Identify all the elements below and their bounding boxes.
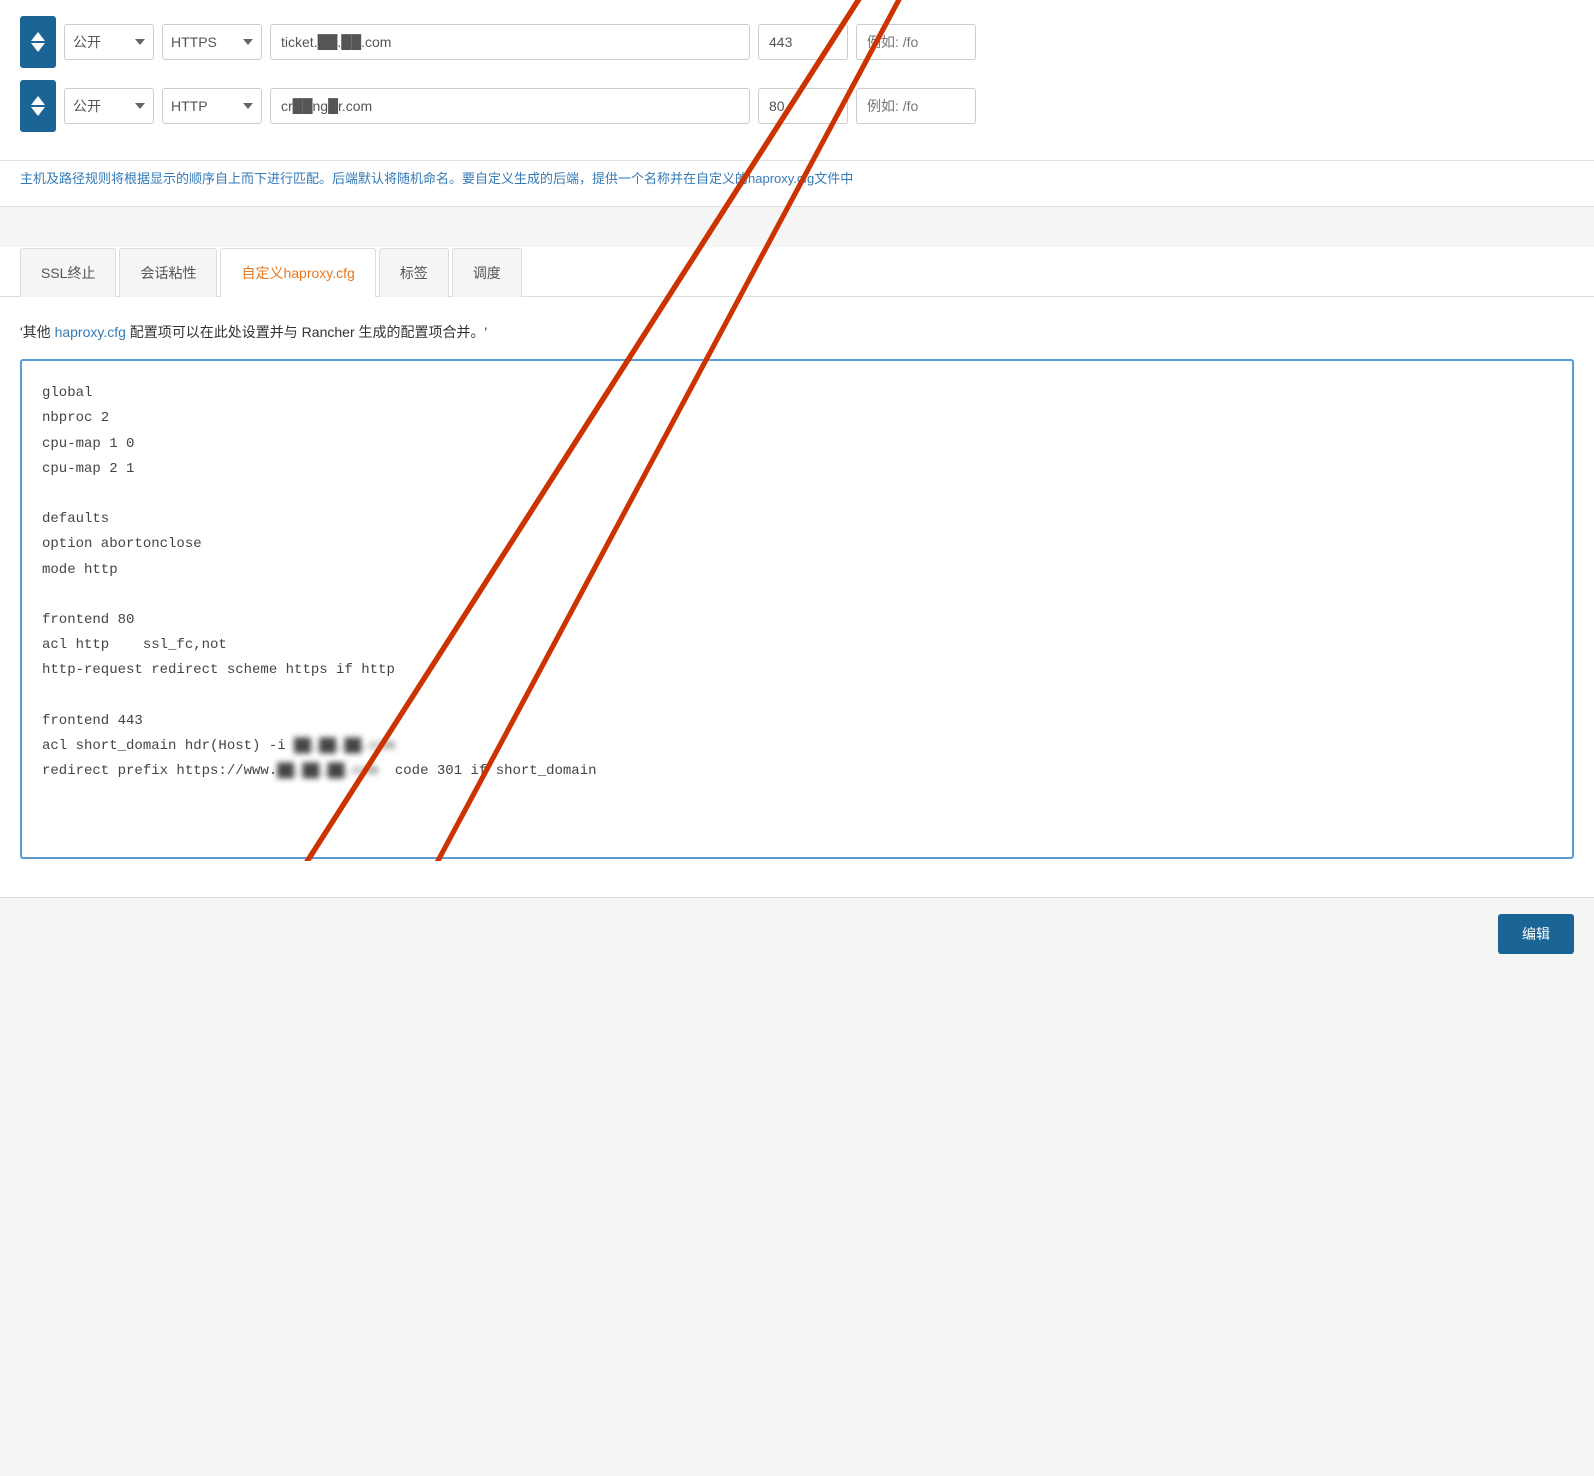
port-input-1[interactable] (758, 24, 848, 60)
arrow-down-icon-2 (31, 107, 45, 116)
tab-schedule[interactable]: 调度 (452, 248, 522, 297)
port-input-2[interactable] (758, 88, 848, 124)
tab-labels[interactable]: 标签 (379, 248, 449, 297)
code-line-11: acl http ssl_fc,not (42, 633, 1552, 658)
tab-sticky[interactable]: 会话粘性 (119, 248, 217, 297)
code-line-3: cpu-map 1 0 (42, 432, 1552, 457)
sort-button-2[interactable] (20, 80, 56, 132)
tabs-bar: SSL终止 会话粘性 自定义haproxy.cfg 标签 调度 (20, 247, 1574, 296)
code-line-5 (42, 482, 1552, 507)
tabs-section: SSL终止 会话粘性 自定义haproxy.cfg 标签 调度 (0, 247, 1594, 297)
code-line-4: cpu-map 2 1 (42, 457, 1552, 482)
code-line-14: frontend 443 (42, 709, 1552, 734)
haproxy-cfg-link[interactable]: haproxy.cfg (55, 324, 126, 340)
code-line-12: http-request redirect scheme https if ht… (42, 658, 1552, 683)
code-line-13 (42, 683, 1552, 708)
access-select-1[interactable]: 公开 内部 (64, 24, 154, 60)
row-1: 公开 内部 HTTPS HTTP TCP (20, 16, 1574, 68)
path-input-1[interactable] (856, 24, 976, 60)
sort-button-1[interactable] (20, 16, 56, 68)
top-section: 公开 内部 HTTPS HTTP TCP 公开 内部 HTTP HTTPS TC… (0, 0, 1594, 161)
code-editor[interactable]: global nbproc 2 cpu-map 1 0 cpu-map 2 1 … (20, 359, 1574, 859)
arrow-up-icon (31, 32, 45, 41)
bottom-bar: 编辑 (0, 897, 1594, 970)
path-input-2[interactable] (856, 88, 976, 124)
arrow-up-icon-2 (31, 96, 45, 105)
tab-ssl[interactable]: SSL终止 (20, 248, 116, 297)
spacer (0, 207, 1594, 247)
arrow-down-icon (31, 43, 45, 52)
info-text: 主机及路径规则将根据显示的顺序自上而下进行匹配。后端默认将随机命名。要自定义生成… (0, 161, 1594, 207)
domain-input-1[interactable] (270, 24, 750, 60)
code-line-2: nbproc 2 (42, 406, 1552, 431)
domain-input-2[interactable] (270, 88, 750, 124)
access-select-2[interactable]: 公开 内部 (64, 88, 154, 124)
code-line-1: global (42, 381, 1552, 406)
row-2: 公开 内部 HTTP HTTPS TCP (20, 80, 1574, 132)
edit-button[interactable]: 编辑 (1498, 914, 1574, 954)
description-text: '其他 haproxy.cfg 配置项可以在此处设置并与 Rancher 生成的… (20, 321, 1574, 343)
code-line-7: option abortonclose (42, 532, 1552, 557)
protocol-select-2[interactable]: HTTP HTTPS TCP (162, 88, 262, 124)
code-line-10: frontend 80 (42, 608, 1552, 633)
code-line-6: defaults (42, 507, 1552, 532)
tab-haproxy[interactable]: 自定义haproxy.cfg (220, 248, 375, 297)
code-line-16: redirect prefix https://www.██.██.██.com… (42, 759, 1552, 784)
main-content: '其他 haproxy.cfg 配置项可以在此处设置并与 Rancher 生成的… (0, 297, 1594, 897)
code-line-8: mode http (42, 558, 1552, 583)
code-line-15: acl short_domain hdr(Host) -i ██.██.██.c… (42, 734, 1552, 759)
protocol-select-1[interactable]: HTTPS HTTP TCP (162, 24, 262, 60)
code-line-9 (42, 583, 1552, 608)
